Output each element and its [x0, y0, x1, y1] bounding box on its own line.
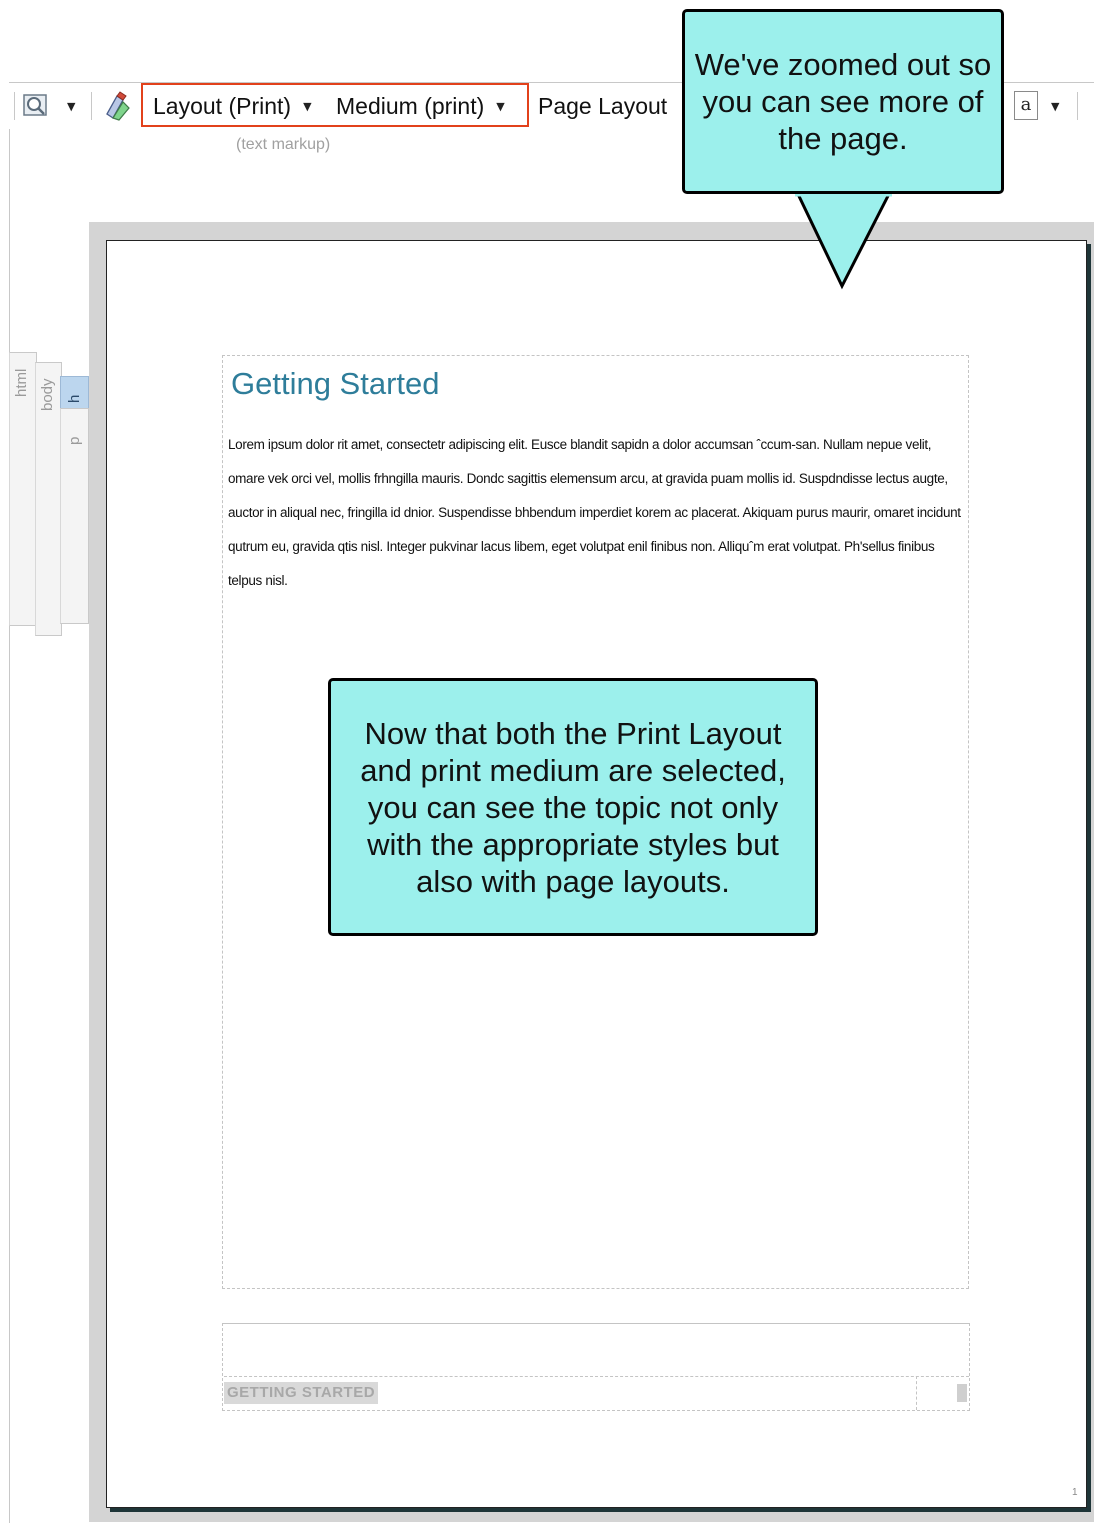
callout-zoom-note: We've zoomed out so you can see more of … [682, 9, 1004, 194]
layout-dropdown[interactable]: Layout (Print) ▼ [153, 90, 312, 122]
footer-divider [916, 1376, 917, 1410]
structure-bar-h[interactable]: h [60, 376, 89, 410]
structure-bar-label: h [66, 394, 83, 403]
chevron-down-icon[interactable]: ▼ [1051, 90, 1059, 122]
print-preview-icon[interactable] [22, 92, 54, 120]
medium-dropdown-label: Medium (print) [336, 92, 485, 119]
structure-bar-label: html [13, 368, 30, 397]
page-layout-button[interactable]: Page Layout [538, 90, 667, 122]
toolbar-separator [14, 92, 15, 120]
topic-title[interactable]: Getting Started [231, 366, 440, 402]
conditions-icon[interactable] [101, 90, 135, 122]
structure-bar-p[interactable]: p [60, 408, 89, 624]
structure-bar-label: p [66, 436, 83, 445]
text-format-icon[interactable]: a [1014, 91, 1038, 120]
callout-pointer [794, 190, 893, 290]
chevron-down-icon: ▼ [303, 99, 312, 113]
structure-bar-html[interactable]: html [9, 352, 37, 626]
body-paragraph[interactable]: Lorem ipsum dolor rit amet, consectetr a… [228, 428, 962, 598]
callout-layout-note: Now that both the Print Layout and print… [328, 678, 818, 936]
chevron-down-icon: ▼ [496, 99, 505, 113]
structure-bar-body[interactable]: body [35, 362, 62, 636]
footer-title: GETTING STARTED [224, 1382, 379, 1404]
layout-dropdown-label: Layout (Print) [153, 92, 292, 119]
text-markup-hint: (text markup) [236, 136, 331, 153]
chevron-down-icon[interactable]: ▼ [67, 90, 75, 122]
medium-dropdown[interactable]: Medium (print) ▼ [336, 90, 505, 122]
toolbar-separator [1077, 92, 1078, 120]
page-number: 1 [1072, 1487, 1078, 1498]
footer-page-number-field [957, 1384, 967, 1402]
toolbar-separator [91, 92, 92, 120]
structure-bar-label: body [39, 378, 56, 411]
page-layout-label: Page Layout [538, 92, 668, 119]
